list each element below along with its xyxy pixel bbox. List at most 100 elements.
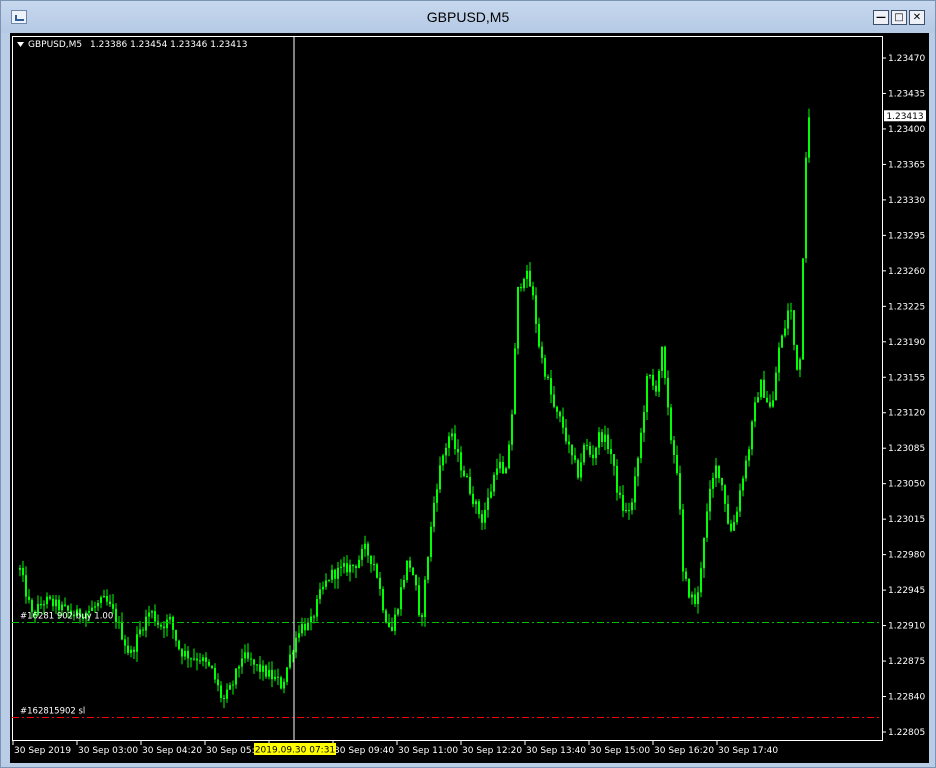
time-tick-label: 30 Sep 09:40	[334, 746, 394, 756]
candle	[406, 560, 408, 583]
candle	[451, 428, 453, 441]
candle-body	[328, 579, 330, 581]
candle-body	[784, 328, 786, 336]
candle	[478, 499, 480, 519]
candle-body	[787, 310, 789, 329]
candle-body	[151, 611, 153, 613]
candle-body	[298, 633, 300, 638]
candle-body	[736, 511, 738, 523]
candle	[559, 410, 561, 423]
candle-body	[628, 510, 630, 512]
candle-body	[49, 596, 51, 599]
candle-body	[46, 596, 48, 605]
candle	[508, 440, 510, 470]
candle-body	[454, 433, 456, 450]
price-tick-label: 1.23120	[888, 409, 925, 419]
time-tick-label: 30 Sep 11:00	[398, 746, 458, 756]
candle	[208, 659, 210, 668]
candle	[703, 537, 705, 579]
candle-body	[622, 494, 624, 511]
crosshair-time-label: 2019.09.30 07:31	[255, 746, 335, 756]
candle	[625, 502, 627, 513]
candle-body	[523, 278, 525, 289]
candle	[205, 652, 207, 669]
candle-body	[358, 559, 360, 568]
candle-body	[220, 685, 222, 698]
candle	[607, 427, 609, 454]
candle	[436, 483, 438, 512]
time-tick-label: 30 Sep 13:40	[526, 746, 586, 756]
symbol-dropdown-icon	[17, 42, 24, 47]
candle-body	[253, 659, 255, 665]
candle-body	[154, 611, 156, 622]
candle	[550, 369, 552, 403]
time-tick-label: 30 Sep 15:00	[590, 746, 650, 756]
candle	[454, 425, 456, 455]
candle	[163, 621, 165, 639]
candle	[310, 608, 312, 631]
candle-body	[376, 564, 378, 578]
candle-body	[256, 664, 258, 666]
candle-body	[496, 468, 498, 475]
candle	[271, 661, 273, 688]
candle-body	[634, 476, 636, 503]
candle	[802, 258, 804, 361]
price-tick-label: 1.23050	[888, 480, 925, 490]
candle-body	[112, 604, 114, 609]
candle-body	[460, 452, 462, 471]
candle-body	[121, 621, 123, 640]
time-tick-label: 30 Sep 17:40	[718, 746, 778, 756]
candle	[778, 342, 780, 382]
candle	[265, 664, 267, 679]
candle-body	[652, 374, 654, 386]
candle	[631, 498, 633, 515]
candle-body	[442, 455, 444, 466]
candle-body	[133, 649, 135, 652]
candle-body	[499, 461, 501, 469]
candle	[190, 657, 192, 668]
candle-body	[115, 608, 117, 622]
candle	[781, 334, 783, 348]
candle	[655, 380, 657, 397]
candle	[325, 573, 327, 590]
time-tick-label: 30 Sep 12:20	[462, 746, 522, 756]
candle-body	[430, 526, 432, 558]
candle	[304, 617, 306, 636]
restore-icon[interactable]: □	[891, 10, 907, 25]
candle-body	[625, 510, 627, 512]
candle-body	[799, 359, 801, 370]
candle-body	[193, 658, 195, 660]
candle-body	[415, 575, 417, 586]
candle-body	[535, 295, 537, 324]
candle	[439, 456, 441, 494]
price-chart[interactable]: GBPUSD,M5 1.23386 1.23454 1.23346 1.2341…	[10, 33, 929, 763]
chart-area[interactable]: GBPUSD,M5 1.23386 1.23454 1.23346 1.2341…	[10, 33, 929, 763]
candle-body	[481, 514, 483, 523]
candle-body	[463, 470, 465, 477]
title-bar[interactable]: GBPUSD,M5 — □ ✕	[1, 1, 935, 33]
candle-body	[592, 454, 594, 459]
candle	[775, 366, 777, 401]
candle-body	[52, 598, 54, 607]
candle	[721, 477, 723, 491]
candle-body	[382, 589, 384, 611]
candle	[307, 617, 309, 631]
candle-body	[487, 497, 489, 510]
minimize-icon[interactable]: —	[873, 10, 889, 25]
candle	[715, 457, 717, 488]
candle-body	[640, 432, 642, 459]
candle	[40, 596, 42, 609]
chart-window: GBPUSD,M5 — □ ✕ GBPUSD,M5 1.23386 1.2345…	[0, 0, 936, 768]
candle	[334, 568, 336, 589]
candle	[424, 576, 426, 627]
candle-body	[694, 594, 696, 605]
candle-body	[637, 458, 639, 477]
candle	[514, 342, 516, 415]
candle-body	[601, 432, 603, 443]
candle-body	[685, 571, 687, 579]
candle	[784, 319, 786, 338]
candle	[736, 506, 738, 525]
candle-body	[619, 492, 621, 495]
candle-body	[568, 441, 570, 445]
close-icon[interactable]: ✕	[909, 10, 925, 25]
